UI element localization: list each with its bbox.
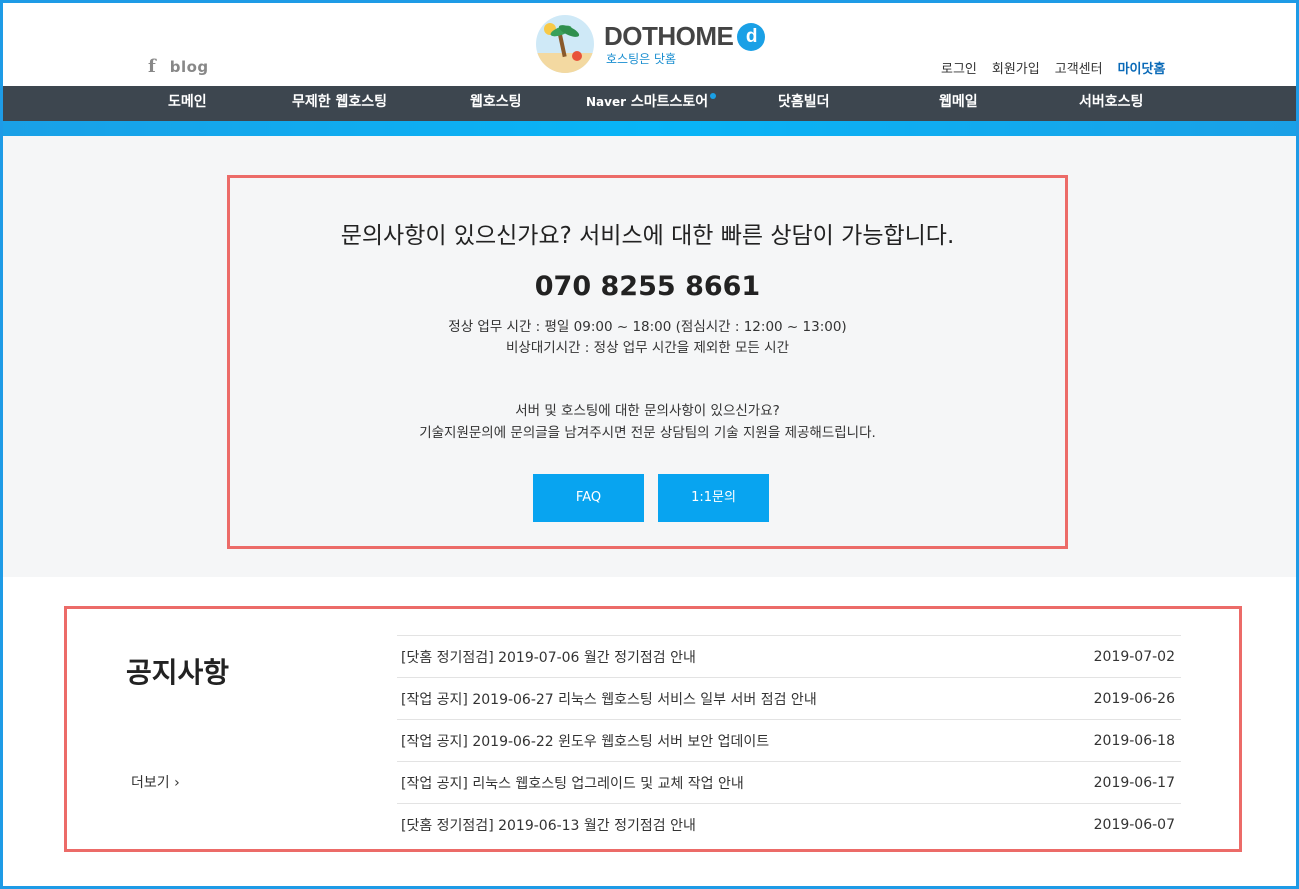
faq-button[interactable]: FAQ [533,474,644,522]
hours-line-2: 비상대기시간 : 정상 업무 시간을 제외한 모든 시간 [506,340,789,356]
notice-row-date: 2019-06-18 [1093,732,1175,749]
notice-row-title[interactable]: [작업 공지] 2019-06-22 윈도우 웹호스팅 서버 보안 업데이트 [401,731,769,751]
notice-row-title[interactable]: [닷홈 정기점검] 2019-07-06 월간 정기점검 안내 [401,647,696,667]
business-hours: 정상 업무 시간 : 평일 09:00 ~ 18:00 (점심시간 : 12:0… [230,317,1065,359]
notice-row-date: 2019-06-26 [1093,690,1175,707]
beach-logo-icon [536,15,594,73]
nav-item-server-hosting[interactable]: 서버호스팅 [1079,86,1143,121]
consult-description: 서버 및 호스팅에 대한 문의사항이 있으신가요? 기술지원문의에 문의글을 남… [230,400,1065,444]
logo-subtitle: 호스팅은 닷홈 [606,52,677,66]
notice-row-title[interactable]: [닷홈 정기점검] 2019-06-13 월간 정기점검 안내 [401,815,696,835]
nav-item-webmail[interactable]: 웹메일 [939,86,978,121]
customer-center-link[interactable]: 고객센터 [1055,58,1103,77]
notice-row[interactable]: [작업 공지] 2019-06-22 윈도우 웹호스팅 서버 보안 업데이트 2… [397,720,1181,762]
facebook-icon[interactable]: f [148,58,156,76]
nav-item-domain[interactable]: 도메인 [168,86,207,121]
notice-row[interactable]: [작업 공지] 리눅스 웹호스팅 업그레이드 및 교체 작업 안내 2019-0… [397,762,1181,804]
desc-line-2: 기술지원문의에 문의글을 남겨주시면 전문 상담팀의 기술 지원을 제공해드립니… [419,425,876,441]
notice-row-date: 2019-06-07 [1093,817,1175,833]
signup-link[interactable]: 회원가입 [992,58,1040,77]
site-header: f blog DOTHOME d 호스팅은 닷홈 로그인 회원가입 고객센터 마… [3,3,1296,86]
notice-row[interactable]: [닷홈 정기점검] 2019-07-06 월간 정기점검 안내 2019-07-… [397,636,1181,678]
site-logo[interactable]: DOTHOME d 호스팅은 닷홈 [536,15,766,73]
nav-item-web-hosting[interactable]: 웹호스팅 [470,86,522,121]
notice-section: 공지사항 더보기 › [닷홈 정기점검] 2019-07-06 월간 정기점검 … [64,606,1242,852]
hours-line-1: 정상 업무 시간 : 평일 09:00 ~ 18:00 (점심시간 : 12:0… [448,319,847,335]
desc-line-1: 서버 및 호스팅에 대한 문의사항이 있으신가요? [515,403,780,419]
blog-link[interactable]: blog [170,58,209,76]
notice-list: [닷홈 정기점검] 2019-07-06 월간 정기점검 안내 2019-07-… [397,635,1181,846]
nav-item-unlimited-hosting[interactable]: 무제한 웹호스팅 [292,86,387,121]
nav-accent-bar [3,121,1296,136]
nav-item-smartstore[interactable]: Naver 스마트스토어 [586,86,717,121]
logo-text: DOTHOME d 호스팅은 닷홈 [604,21,766,67]
notice-row-title[interactable]: [작업 공지] 리눅스 웹호스팅 업그레이드 및 교체 작업 안내 [401,773,744,793]
my-dothome-link[interactable]: 마이닷홈 [1118,58,1166,77]
inquiry-button[interactable]: 1:1문의 [658,474,769,522]
notice-row-date: 2019-07-02 [1093,648,1175,665]
new-dot-icon [710,93,717,99]
nav-item-builder[interactable]: 닷홈빌더 [778,86,830,121]
notice-row[interactable]: [닷홈 정기점검] 2019-06-13 월간 정기점검 안내 2019-06-… [397,804,1181,846]
consult-buttons: FAQ 1:1문의 [533,474,769,522]
notice-title: 공지사항 [126,656,230,689]
consult-title: 문의사항이 있으신가요? 서비스에 대한 빠른 상담이 가능합니다. [340,223,955,249]
notice-row-title[interactable]: [작업 공지] 2019-06-27 리눅스 웹호스팅 서비스 일부 서버 점검… [401,689,817,709]
social-links: f blog [148,58,209,77]
phone-number: 070 8255 8661 [534,271,761,302]
notice-row-date: 2019-06-17 [1093,774,1175,791]
consult-box: 문의사항이 있으신가요? 서비스에 대한 빠른 상담이 가능합니다. 070 8… [227,175,1068,549]
utility-nav: 로그인 회원가입 고객센터 마이닷홈 [941,58,1165,77]
notice-row[interactable]: [작업 공지] 2019-06-27 리눅스 웹호스팅 서비스 일부 서버 점검… [397,678,1181,720]
logo-title: DOTHOME [604,21,734,51]
more-link[interactable]: 더보기 › [131,772,180,792]
logo-badge-icon: d [737,22,766,51]
main-nav: 도메인 무제한 웹호스팅 웹호스팅 Naver 스마트스토어 닷홈빌더 웹메일 … [3,86,1296,121]
login-link[interactable]: 로그인 [941,58,977,77]
